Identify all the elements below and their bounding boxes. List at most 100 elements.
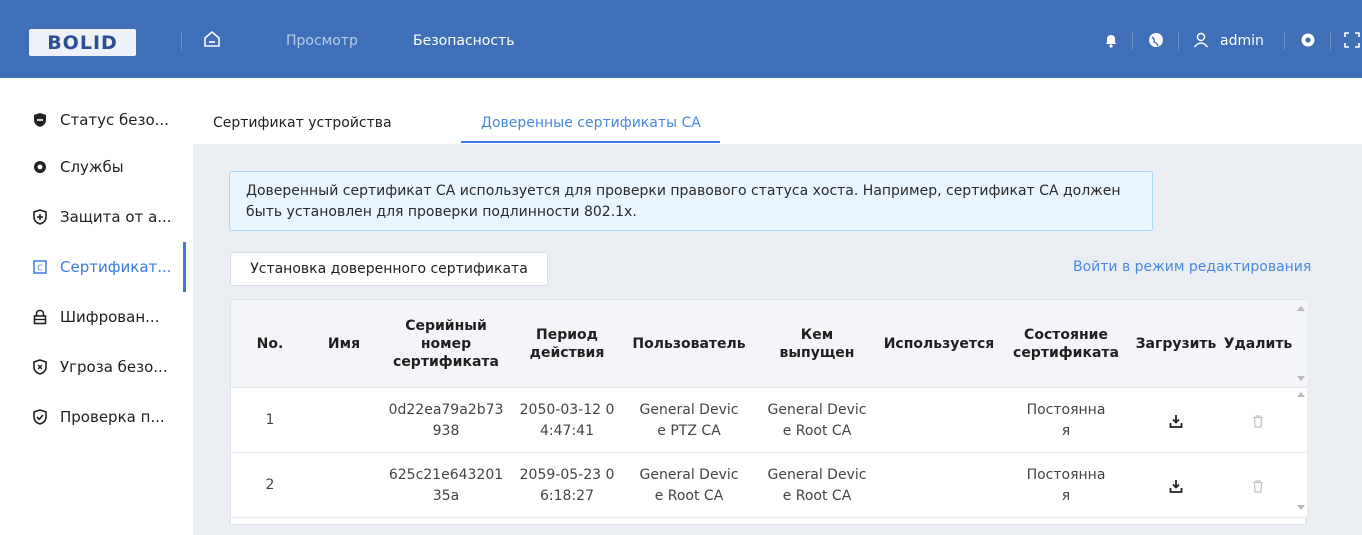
cell-user: General Devic e Root CA — [621, 453, 757, 518]
info-line: Доверенный сертификат CA используется дл… — [246, 183, 1121, 199]
cell-line: e Root CA — [782, 487, 852, 504]
header-line: выпущен — [779, 345, 855, 361]
cell-line: 6:18:27 — [540, 487, 594, 504]
lock-icon — [33, 309, 47, 325]
nav-view[interactable]: Просмотр — [286, 33, 358, 49]
sidebar-item-label: Службы — [60, 158, 124, 176]
table-row: 2 625c21e643201 35a 2059-05-23 0 6:18:27 G… — [231, 453, 1307, 518]
scroll-up-icon[interactable] — [1297, 392, 1305, 397]
column-header-serial: Серийный номер сертификата — [379, 300, 513, 388]
column-header-user: Пользователь — [632, 336, 746, 352]
sidebar-item-encryption[interactable]: Шифрован... — [0, 292, 186, 342]
sidebar-item-label: Сертификат... — [60, 258, 172, 276]
column-header-name: Имя — [327, 336, 361, 352]
cell-serial: 625c21e643201 35a — [379, 453, 513, 518]
fullscreen-icon[interactable] — [1343, 31, 1361, 49]
column-header-state: Состояние сертификата — [1001, 300, 1131, 388]
header-line: Период — [536, 327, 598, 343]
column-header-used: Используется — [883, 336, 995, 352]
cell-line: я — [1061, 487, 1071, 504]
cell-line: 4:47:41 — [540, 422, 594, 439]
header-line: Состояние — [1024, 327, 1108, 343]
header-divider — [0, 78, 1362, 95]
cell-no: 2 — [265, 477, 275, 493]
download-icon[interactable] — [1168, 413, 1184, 429]
cell-no: 1 — [265, 412, 275, 428]
sidebar: Статус безо... Службы Защита от а... C С… — [0, 95, 186, 535]
cell-line: 2050-03-12 0 — [519, 401, 615, 418]
delete-icon[interactable] — [1251, 414, 1265, 428]
edit-mode-link[interactable]: Войти в режим редактирования — [1073, 259, 1311, 275]
separator — [1284, 32, 1285, 50]
main-content: Сертификат устройства Доверенные сертифи… — [193, 95, 1362, 535]
table-header: No. Имя Серийный номер сертификата Период д… — [231, 300, 1307, 388]
sidebar-item-services[interactable]: Службы — [0, 142, 186, 192]
shield-plus-icon — [33, 209, 47, 225]
info-line: быть установлен для проверки подлинности… — [246, 204, 637, 220]
cell-line: General Devic — [767, 466, 867, 483]
user-name[interactable]: admin — [1220, 33, 1264, 49]
cell-period: 2059-05-23 0 6:18:27 — [513, 453, 621, 518]
cell-issuer: General Devic e Root CA — [757, 453, 877, 518]
cell-download — [1131, 388, 1221, 453]
column-header-no: No. — [256, 336, 284, 352]
cell-delete — [1221, 453, 1295, 518]
sidebar-item-security-threat[interactable]: Угроза безо... — [0, 342, 186, 392]
cell-line: 625c21e643201 — [388, 466, 504, 483]
certificate-icon: C — [33, 260, 47, 274]
column-header-delete: Удалить — [1223, 336, 1293, 352]
cell-serial: 0d22ea79a2b73 938 — [379, 388, 513, 453]
cell-line: e PTZ CA — [657, 422, 721, 439]
shield-warning-icon — [33, 359, 47, 375]
header-line: Серийный — [405, 318, 487, 334]
logo-text: BOLID — [47, 31, 118, 54]
sidebar-item-attack-protection[interactable]: Защита от а... — [0, 192, 186, 242]
globe-icon[interactable] — [1147, 31, 1165, 49]
tab-device-certificate[interactable]: Сертификат устройства — [213, 115, 392, 131]
download-icon[interactable] — [1168, 478, 1184, 494]
column-header-issuer: Кем выпущен — [757, 300, 877, 388]
sidebar-item-label: Угроза безо... — [60, 358, 168, 376]
column-header-period: Период действия — [513, 300, 621, 388]
nav-security[interactable]: Безопасность — [413, 33, 514, 49]
cell-user: General Devic e PTZ CA — [621, 388, 757, 453]
cell-delete — [1221, 388, 1295, 453]
table-row: 1 0d22ea79a2b73 938 2050-03-12 0 4:47:41 G… — [231, 388, 1307, 453]
cell-line: 938 — [432, 422, 460, 439]
install-trusted-certificate-button[interactable]: Установка доверенного сертификата — [230, 252, 548, 286]
sidebar-item-label: Шифрован... — [60, 308, 160, 326]
cell-line: Постоянна — [1026, 401, 1106, 418]
scroll-down-icon[interactable] — [1297, 376, 1305, 381]
scroll-down-icon[interactable] — [1297, 505, 1305, 510]
cell-line: 0d22ea79a2b73 — [388, 401, 504, 418]
sidebar-item-label: Защита от а... — [60, 208, 172, 226]
cell-name — [309, 453, 379, 518]
cell-period: 2050-03-12 0 4:47:41 — [513, 388, 621, 453]
separator — [1330, 32, 1331, 50]
cell-line: я — [1061, 422, 1071, 439]
bolid-logo: BOLID — [29, 29, 136, 56]
settings-icon[interactable] — [1299, 31, 1317, 49]
separator — [1178, 32, 1179, 50]
cell-line: Постоянна — [1026, 466, 1106, 483]
cell-used — [877, 388, 1001, 453]
tab-trusted-ca[interactable]: Доверенные сертификаты CA — [481, 115, 701, 131]
sidebar-item-certificates[interactable]: C Сертификат... — [0, 242, 186, 292]
sidebar-item-security-status[interactable]: Статус безо... — [0, 95, 186, 145]
separator — [1132, 32, 1133, 50]
sidebar-item-label: Проверка п... — [60, 408, 165, 426]
shield-check-icon — [33, 409, 47, 425]
gear-icon — [34, 161, 46, 173]
sidebar-item-verification[interactable]: Проверка п... — [0, 392, 186, 442]
bell-icon[interactable] — [1102, 31, 1120, 49]
header-line: Кем — [800, 327, 834, 343]
separator — [181, 32, 182, 50]
delete-icon[interactable] — [1251, 479, 1265, 493]
cell-state: Постоянна я — [1001, 388, 1131, 453]
shield-status-icon — [34, 113, 46, 127]
scroll-up-icon[interactable] — [1297, 306, 1305, 311]
user-icon[interactable] — [1192, 31, 1210, 49]
header-line: сертификата — [393, 354, 499, 370]
cell-line: General Devic — [639, 466, 739, 483]
home-icon[interactable] — [203, 30, 221, 48]
